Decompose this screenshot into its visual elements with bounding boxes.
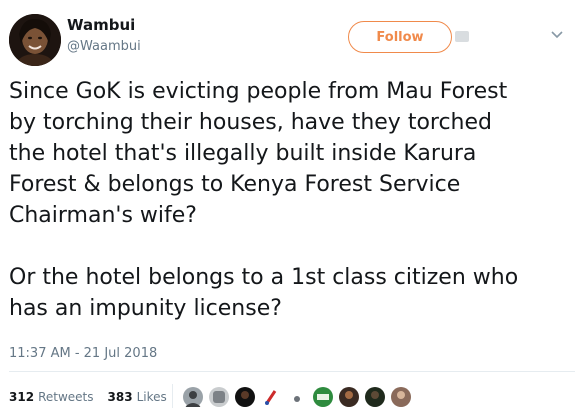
liker-avatar[interactable] (363, 385, 387, 409)
tweet-text: Since GoK is evicting people from Mau Fo… (9, 79, 519, 321)
likes-label[interactable]: Likes (137, 390, 167, 404)
liker-avatar[interactable] (207, 385, 231, 409)
likes-count[interactable]: 383 (108, 390, 133, 404)
author-handle[interactable]: @Waambui (67, 38, 141, 56)
divider (9, 371, 575, 372)
tweet-card: Wambui @Waambui Follow Since GoK is evic… (0, 0, 584, 412)
stats-divider (172, 384, 173, 408)
tweet-timestamp[interactable]: 11:37 AM - 21 Jul 2018 (9, 346, 157, 361)
author-display-name[interactable]: Wambui (67, 16, 141, 34)
tweet-stats: 312 Retweets 383 Likes (9, 390, 167, 404)
author-info: Wambui @Waambui (67, 16, 141, 56)
user-actions-icon[interactable] (455, 31, 469, 42)
likers-row (181, 385, 413, 409)
chevron-down-icon[interactable] (550, 30, 564, 40)
follow-button[interactable]: Follow (348, 21, 452, 53)
avatar-photo-icon (9, 14, 61, 66)
liker-avatar[interactable] (389, 385, 413, 409)
author-avatar[interactable] (9, 14, 61, 66)
retweets-label[interactable]: Retweets (38, 390, 93, 404)
liker-avatar[interactable] (337, 385, 361, 409)
liker-avatar[interactable] (181, 385, 205, 409)
liker-avatar[interactable] (259, 385, 283, 409)
liker-avatar[interactable] (233, 385, 257, 409)
liker-avatar[interactable] (285, 385, 309, 409)
retweets-count[interactable]: 312 (9, 390, 34, 404)
liker-avatar[interactable] (311, 385, 335, 409)
